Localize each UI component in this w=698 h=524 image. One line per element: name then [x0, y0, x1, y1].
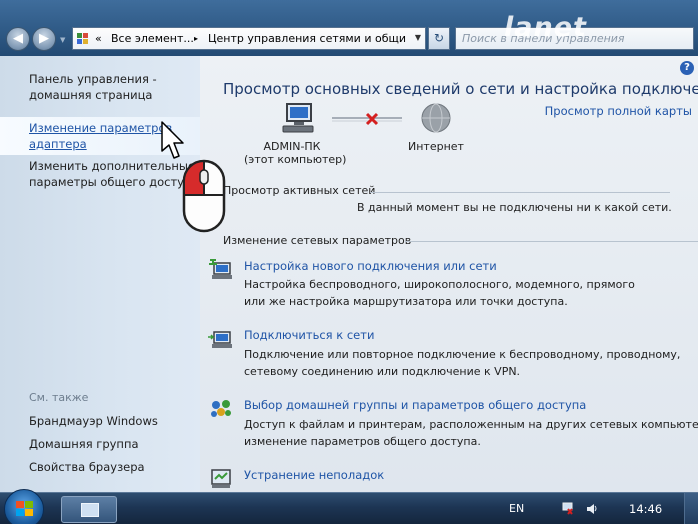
windows-logo-icon [16, 501, 34, 517]
language-indicator[interactable]: EN [509, 502, 524, 515]
task-description-line: сетевому соединению или подключение к VP… [244, 365, 521, 378]
internet-globe-icon [421, 103, 451, 133]
task-description-line: Настройка беспроводного, широкополосного… [244, 278, 635, 291]
start-button[interactable] [4, 489, 44, 524]
task-description-line: изменение параметров общего доступа. [244, 435, 481, 448]
connect-network-icon [208, 331, 232, 348]
network-tray-icon[interactable] [562, 502, 574, 515]
control-panel-icon [77, 33, 89, 45]
see-also-browser-properties-link[interactable]: Свойства браузера [29, 459, 145, 475]
sidebar-item-label: Панель управления - [29, 72, 157, 86]
breadcrumb-all-items[interactable]: Все элемент... [111, 32, 194, 45]
task-description: Настройка беспроводного, широкополосного… [244, 276, 635, 310]
taskbar-control-panel-window[interactable] [61, 496, 117, 523]
page-title: Просмотр основных сведений о сети и наст… [223, 80, 698, 98]
refresh-button[interactable]: ↻ [428, 27, 450, 50]
control-panel-window-icon [81, 503, 99, 517]
forward-arrow-icon: ▶ [39, 31, 49, 46]
see-also-heading: См. также [29, 391, 89, 404]
show-desktop-button[interactable] [684, 493, 698, 524]
homegroup-icon [211, 400, 231, 417]
new-connection-icon [209, 259, 232, 279]
task-new-connection-link[interactable]: Настройка нового подключения или сети [244, 259, 497, 273]
see-also-homegroup-link[interactable]: Домашняя группа [29, 436, 139, 452]
task-description-line: Доступ к файлам и принтерам, расположенн… [244, 418, 698, 431]
view-full-map-link[interactable]: Просмотр полной карты [545, 104, 692, 118]
forward-button[interactable]: ▶ [32, 27, 56, 51]
brand-watermark: lanet [504, 12, 587, 43]
mouse-pointer-icon [161, 121, 184, 159]
network-line [332, 117, 402, 122]
taskbar: EN 14:46 [0, 489, 698, 524]
breadcrumb-network-center[interactable]: Центр управления сетями и общи [208, 32, 406, 45]
task-troubleshoot-link[interactable]: Устранение неполадок [244, 468, 384, 482]
section-divider [370, 192, 670, 193]
see-also-firewall-link[interactable]: Брандмауэр Windows [29, 413, 158, 429]
task-description-line: или же настройка маршрутизатора или точк… [244, 295, 568, 308]
computer-subtitle: (этот компьютер) [244, 153, 347, 166]
computer-name: ADMIN-ПК [263, 140, 321, 153]
address-bar[interactable]: « Все элемент... ▸ Центр управления сетя… [72, 27, 426, 50]
address-dropdown[interactable]: ▼ [415, 33, 421, 42]
task-connect-network-link[interactable]: Подключиться к сети [244, 328, 374, 342]
computer-name-label: ADMIN-ПК (этот компьютер) [244, 140, 347, 166]
computer-icon [282, 103, 314, 133]
breadcrumb-separator[interactable]: ▸ [194, 34, 198, 43]
task-description: Доступ к файлам и принтерам, расположенн… [244, 416, 698, 450]
help-button[interactable]: ? [680, 61, 694, 75]
task-description: Подключение или повторное подключение к … [244, 346, 680, 380]
volume-icon[interactable] [586, 502, 598, 515]
active-networks-heading: Просмотр активных сетей [223, 184, 376, 197]
system-clock[interactable]: 14:46 [629, 502, 662, 516]
active-networks-status: В данный момент вы не подключены ни к ка… [357, 201, 672, 214]
internet-label: Интернет [408, 140, 464, 153]
sidebar-item-label: домашняя страница [29, 88, 153, 102]
main-content-pane: ? Просмотр основных сведений о сети и на… [200, 56, 698, 492]
recent-pages-dropdown[interactable]: ▼ [60, 36, 65, 44]
left-click-mouse-icon [182, 159, 226, 233]
sidebar-item-control-panel-home[interactable]: Панель управления - домашняя страница [29, 71, 157, 103]
back-button[interactable]: ◀ [6, 27, 30, 51]
back-arrow-icon: ◀ [13, 31, 23, 46]
troubleshoot-icon [211, 469, 231, 488]
section-divider [405, 241, 698, 242]
title-address-bar: ◀ ▶ ▼ « Все элемент... ▸ Центр управлени… [0, 0, 698, 56]
change-settings-heading: Изменение сетевых параметров [223, 234, 412, 247]
task-description-line: Подключение или повторное подключение к … [244, 348, 681, 361]
refresh-icon: ↻ [433, 31, 445, 45]
task-homegroup-link[interactable]: Выбор домашней группы и параметров общег… [244, 398, 586, 412]
breadcrumb-chevron[interactable]: « [95, 32, 102, 45]
sidebar-item-label: параметры общего доступа [29, 175, 199, 189]
